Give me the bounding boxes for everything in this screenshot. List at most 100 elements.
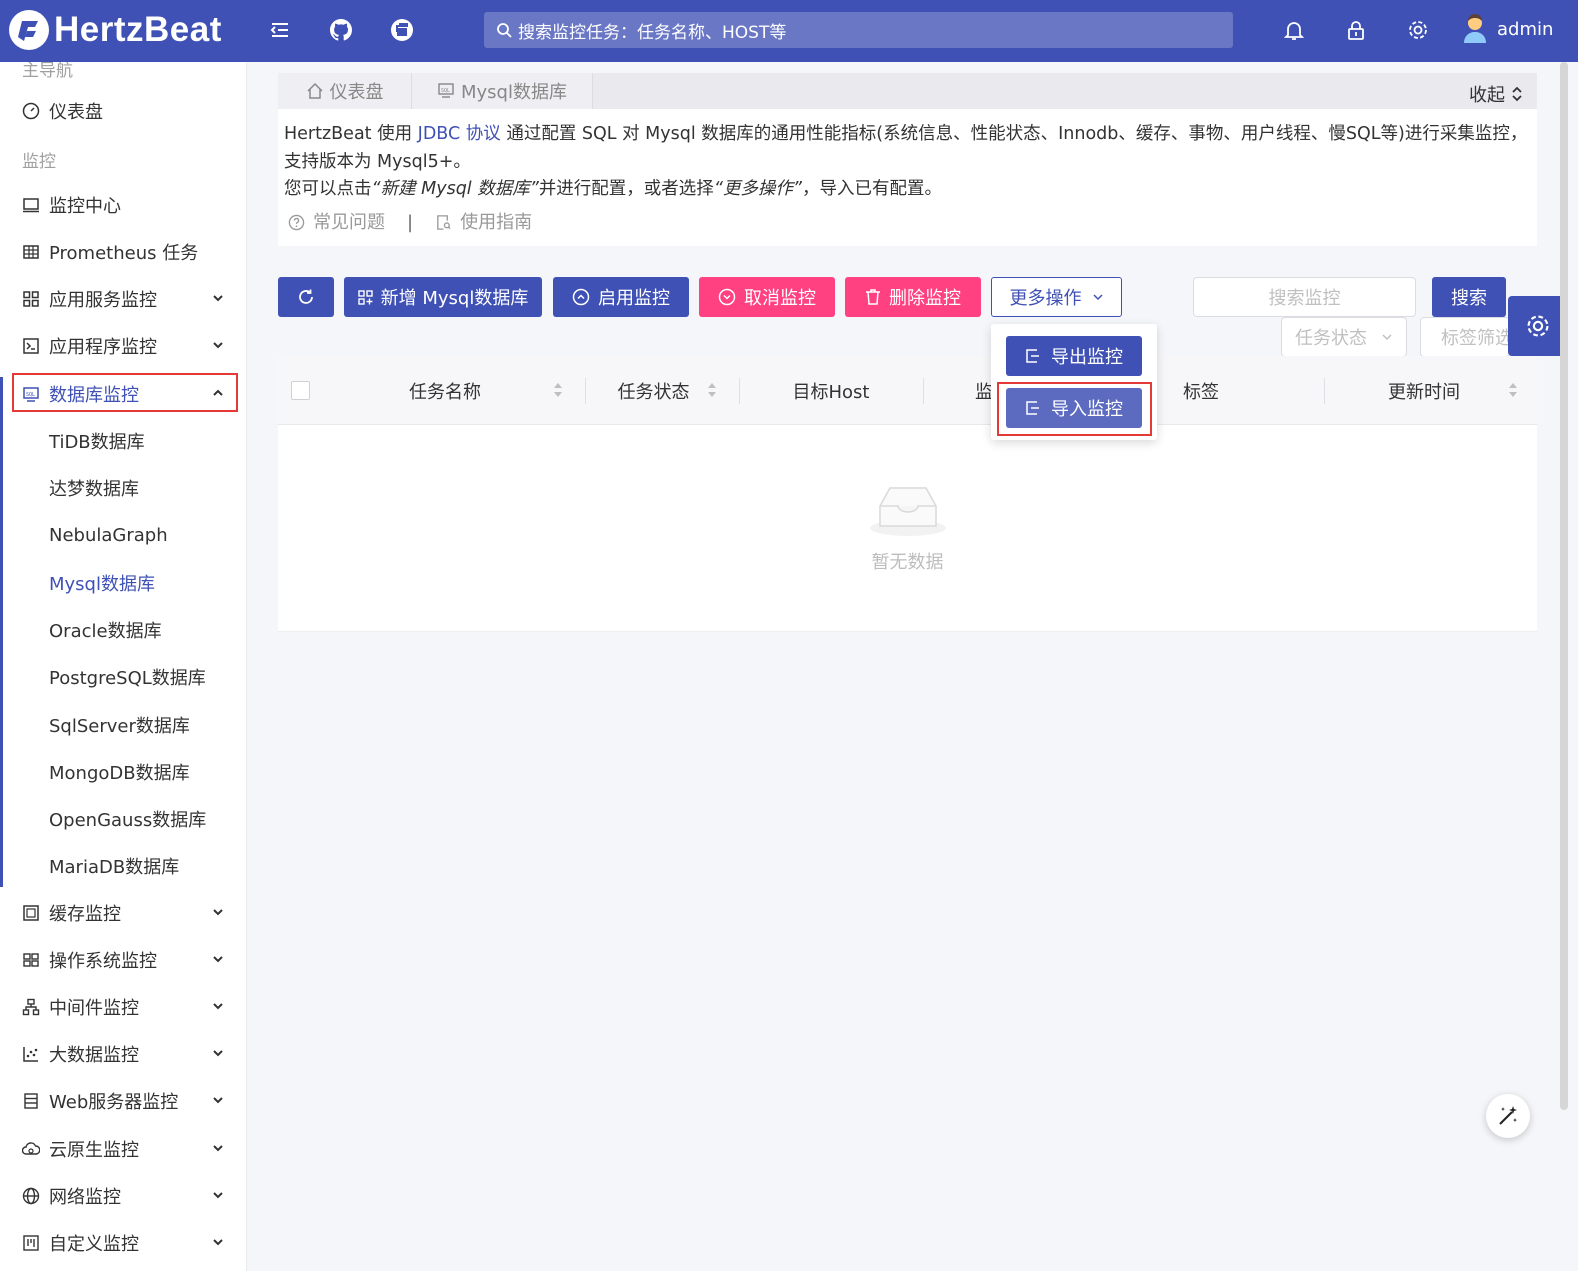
table-header: 任务名称 任务状态 目标Host 监控 标签 更新时间 bbox=[278, 356, 1537, 425]
button-label: 搜索 bbox=[1451, 288, 1487, 309]
monitor-search-input[interactable]: 搜索监控 bbox=[1193, 277, 1416, 317]
sidebar-item-cloudnative[interactable]: 云原生监控 bbox=[0, 1126, 246, 1172]
username: admin bbox=[1497, 18, 1554, 40]
gear-icon bbox=[1527, 315, 1549, 337]
magic-assistant-button[interactable] bbox=[1486, 1094, 1530, 1138]
sidebar-item-prometheus[interactable]: Prometheus 任务 bbox=[0, 229, 246, 275]
sidebar-item-webserver[interactable]: Web服务器监控 bbox=[0, 1078, 246, 1124]
sidebar-item-dashboard[interactable]: 仪表盘 bbox=[0, 88, 246, 134]
sidebar-item-label: 大数据监控 bbox=[49, 1045, 139, 1066]
sort-icon[interactable] bbox=[707, 381, 717, 399]
user-avatar-icon bbox=[1464, 14, 1486, 43]
col-task-status[interactable]: 任务状态 bbox=[585, 356, 722, 425]
code-icon bbox=[22, 337, 40, 355]
tag-filter-select[interactable]: 标签筛选 bbox=[1420, 317, 1510, 357]
status-filter-select[interactable]: 任务状态 bbox=[1281, 317, 1407, 357]
cancel-monitor-button[interactable]: 取消监控 bbox=[699, 277, 835, 317]
chevron-down-icon bbox=[213, 1145, 223, 1152]
logo-text: HertzBeat bbox=[54, 10, 222, 49]
container-icon bbox=[22, 904, 40, 922]
sidebar-sub-mariadb[interactable]: MariaDB数据库 bbox=[0, 843, 246, 889]
chevron-down-icon bbox=[1092, 294, 1103, 301]
sidebar-item-bigdata[interactable]: 大数据监控 bbox=[0, 1031, 246, 1077]
global-search-input[interactable]: 搜索监控任务：任务名称、HOST等 bbox=[484, 12, 1233, 48]
gitee-icon[interactable] bbox=[389, 17, 415, 43]
enable-monitor-button[interactable]: 启用监控 bbox=[553, 277, 689, 317]
sort-icon[interactable] bbox=[553, 381, 563, 399]
chevron-down-icon bbox=[213, 342, 223, 349]
sidebar-item-label: 网络监控 bbox=[49, 1187, 121, 1208]
delete-monitor-button[interactable]: 删除监控 bbox=[845, 277, 981, 317]
sidebar-sub-mysql[interactable]: Mysql数据库 bbox=[0, 560, 246, 606]
gear-icon[interactable] bbox=[1405, 17, 1431, 43]
export-monitor-item[interactable]: 导出监控 bbox=[1006, 336, 1142, 376]
sidebar-item-middleware[interactable]: 中间件监控 bbox=[0, 984, 246, 1030]
info-line-1: HertzBeat 使用 JDBC 协议 通过配置 SQL 对 Mysql 数据… bbox=[284, 121, 1531, 176]
search-button[interactable]: 搜索 bbox=[1432, 277, 1506, 317]
user-menu[interactable]: admin bbox=[1462, 14, 1553, 44]
windows-icon bbox=[22, 951, 40, 969]
lock-icon[interactable] bbox=[1343, 17, 1369, 43]
menu-fold-icon[interactable] bbox=[267, 17, 293, 43]
page-scrollbar[interactable] bbox=[1560, 62, 1568, 1110]
dot-chart-icon bbox=[22, 1045, 40, 1063]
question-circle-icon bbox=[288, 215, 305, 231]
info-text: ，导入已有配置。 bbox=[801, 179, 942, 199]
help-separator: | bbox=[407, 212, 414, 233]
help-info-panel: HertzBeat 使用 JDBC 协议 通过配置 SQL 对 Mysql 数据… bbox=[278, 109, 1537, 246]
global-icon bbox=[22, 1187, 40, 1205]
col-update-time[interactable]: 更新时间 bbox=[1324, 356, 1524, 425]
refresh-button[interactable] bbox=[278, 277, 334, 317]
sidebar-sub-postgresql[interactable]: PostgreSQL数据库 bbox=[0, 654, 246, 700]
svg-text:SQL: SQL bbox=[441, 88, 450, 94]
github-icon[interactable] bbox=[328, 17, 354, 43]
faq-link[interactable]: 常见问题 bbox=[313, 209, 385, 237]
jdbc-link[interactable]: JDBC 协议 bbox=[418, 124, 501, 144]
sidebar-sub-tidb[interactable]: TiDB数据库 bbox=[0, 418, 246, 464]
sidebar-item-label: 应用程序监控 bbox=[49, 337, 157, 358]
sidebar-sub-opengauss[interactable]: OpenGauss数据库 bbox=[0, 796, 246, 842]
sidebar-item-os[interactable]: 操作系统监控 bbox=[0, 937, 246, 983]
tab-dashboard[interactable]: 仪表盘 bbox=[278, 73, 412, 109]
sidebar-sub-dameng[interactable]: 达梦数据库 bbox=[0, 465, 246, 511]
sidebar-group-main: 主导航 bbox=[22, 62, 73, 81]
project-icon bbox=[22, 1234, 40, 1252]
collapse-label: 收起 bbox=[1469, 85, 1505, 106]
sidebar-group-monitor: 监控 bbox=[22, 152, 56, 172]
select-all-checkbox[interactable] bbox=[291, 381, 310, 400]
sidebar-item-app-service[interactable]: 应用服务监控 bbox=[0, 276, 246, 322]
sidebar-item-custom[interactable]: 自定义监控 bbox=[0, 1220, 246, 1266]
info-line-2: 您可以点击“新建 Mysql 数据库”并进行配置，或者选择“更多操作”，导入已有… bbox=[284, 176, 1531, 204]
chevron-down-icon bbox=[213, 1097, 223, 1104]
more-actions-button[interactable]: 更多操作 bbox=[991, 277, 1122, 317]
table-icon bbox=[22, 243, 40, 261]
info-text: HertzBeat 使用 bbox=[284, 124, 418, 144]
guide-link[interactable]: 使用指南 bbox=[460, 209, 532, 237]
sidebar-sub-nebulagraph[interactable]: NebulaGraph bbox=[0, 512, 246, 558]
sidebar-item-network[interactable]: 网络监控 bbox=[0, 1173, 246, 1219]
bell-icon[interactable] bbox=[1281, 17, 1307, 43]
sidebar-sub-sqlserver[interactable]: SqlServer数据库 bbox=[0, 702, 246, 748]
button-label: 删除监控 bbox=[889, 288, 961, 309]
logo[interactable]: HertzBeat bbox=[8, 8, 222, 52]
empty-inbox-icon bbox=[870, 487, 946, 536]
chevron-down-icon bbox=[213, 956, 223, 963]
hertzbeat-logo-icon bbox=[9, 10, 49, 50]
tab-mysql[interactable]: SQL Mysql数据库 bbox=[412, 73, 593, 109]
col-task-name[interactable]: 任务名称 bbox=[325, 356, 565, 425]
sidebar-item-label: 操作系统监控 bbox=[49, 951, 157, 972]
sidebar-item-cache[interactable]: 缓存监控 bbox=[0, 890, 246, 936]
button-label: 更多操作 bbox=[1009, 288, 1082, 309]
sidebar-sub-mongodb[interactable]: MongoDB数据库 bbox=[0, 749, 246, 795]
sidebar-sub-oracle[interactable]: Oracle数据库 bbox=[0, 607, 246, 653]
new-monitor-button[interactable]: 新增 Mysql数据库 bbox=[344, 277, 542, 317]
sidebar-item-app-program[interactable]: 应用程序监控 bbox=[0, 323, 246, 369]
sidebar-item-monitor-center[interactable]: 监控中心 bbox=[0, 182, 246, 228]
sort-icon[interactable] bbox=[1508, 381, 1518, 399]
settings-drawer-button[interactable] bbox=[1508, 296, 1568, 356]
chevron-down-icon bbox=[213, 1192, 223, 1199]
highlight-box-sidebar bbox=[12, 373, 238, 412]
monitor-table: 任务名称 任务状态 目标Host 监控 标签 更新时间 暂无数据 bbox=[278, 356, 1537, 632]
collapse-button[interactable]: 收起 bbox=[1469, 81, 1523, 107]
up-circle-icon bbox=[572, 288, 590, 306]
